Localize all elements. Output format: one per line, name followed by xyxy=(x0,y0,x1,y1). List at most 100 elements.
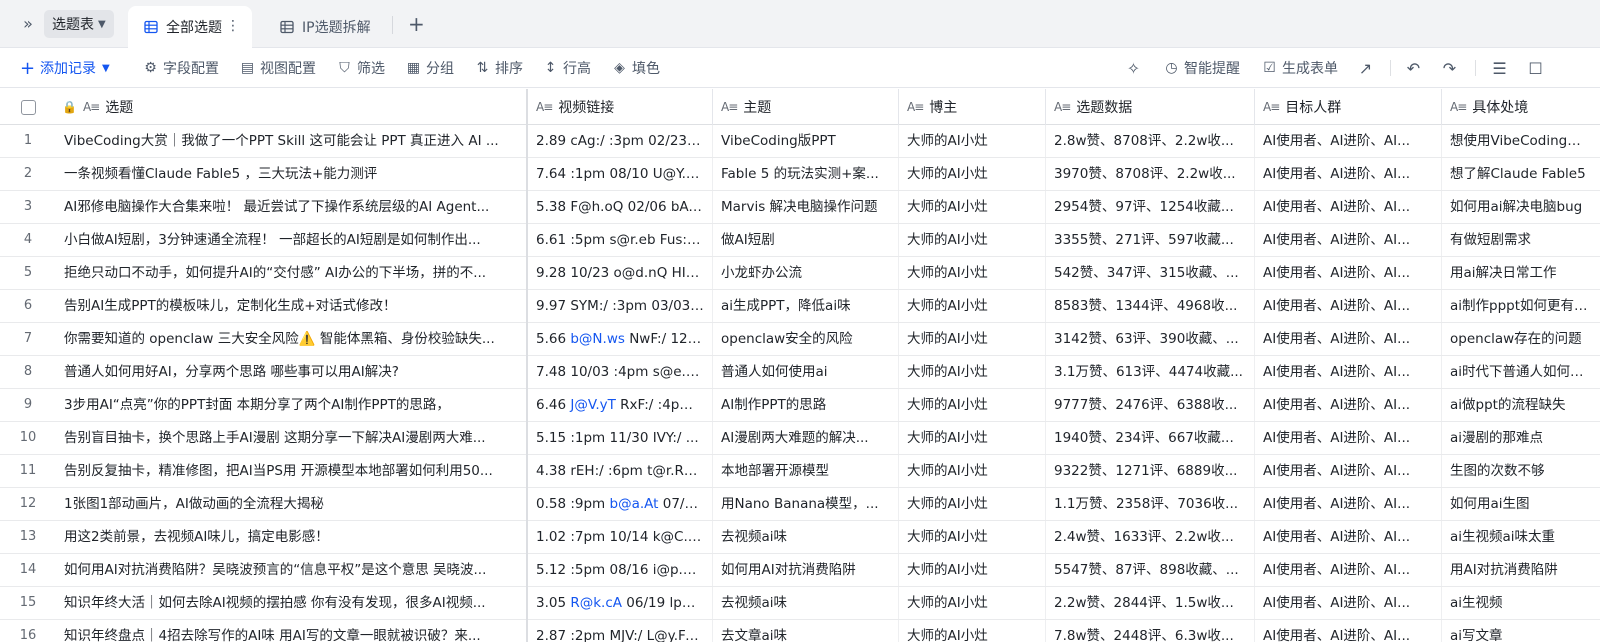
cell-blogger[interactable]: 大师的AI小灶 xyxy=(899,389,1046,421)
column-header-audience[interactable]: A≡ 目标人群 xyxy=(1255,89,1442,125)
table-row[interactable]: 5 拒绝只动口不动手，如何提升AI的“交付感” AI办公的下半场，拼的不... 9.… xyxy=(0,257,1600,290)
cell-video-link[interactable]: 1.02 :7pm 10/14 k@C.H... xyxy=(528,521,713,553)
cell-situation[interactable]: 生图的次数不够 xyxy=(1442,455,1600,487)
cell-video-link[interactable]: 6.46 J@V.yT RxF:/ :4pm... xyxy=(528,389,713,421)
cell-topic-data[interactable]: 2.2w赞、2844评、1.5w收... xyxy=(1046,587,1255,619)
link-text[interactable]: b@N.ws xyxy=(570,331,625,347)
cell-theme[interactable]: 做AI短剧 xyxy=(713,224,899,256)
cell-blogger[interactable]: 大师的AI小灶 xyxy=(899,290,1046,322)
filter-button[interactable]: ⛉ 筛选 xyxy=(337,58,385,78)
column-header-blogger[interactable]: A≡ 博主 xyxy=(899,89,1046,125)
select-all-checkbox[interactable] xyxy=(20,99,36,115)
column-header-situation[interactable]: A≡ 具体处境 xyxy=(1442,89,1600,125)
cell-topic[interactable]: 告别反复抽卡，精准修图，把AI当PS用 开源模型本地部署如何利用50... xyxy=(56,455,526,487)
cell-audience[interactable]: AI使用者、AI进阶、AI... xyxy=(1255,257,1442,289)
cell-blogger[interactable]: 大师的AI小灶 xyxy=(899,356,1046,388)
redo-button[interactable]: ↷ xyxy=(1442,58,1457,78)
cell-topic-data[interactable]: 1940赞、234评、667收藏... xyxy=(1046,422,1255,454)
cell-situation[interactable]: 想了解Claude Fable5 xyxy=(1442,158,1600,190)
column-header-theme[interactable]: A≡ 主题 xyxy=(713,89,899,125)
cell-theme[interactable]: 小龙虾办公流 xyxy=(713,257,899,289)
cell-video-link[interactable]: 0.58 :9pm b@a.At 07/2... xyxy=(528,488,713,520)
table-row[interactable]: 1 VibeCoding大赏｜我做了一个PPT Skill 这可能会让 PPT 真… xyxy=(0,125,1600,158)
cell-topic[interactable]: AI邪修电脑操作大合集来啦！ 最近尝试了下操作系统层级的AI Agent... xyxy=(56,191,526,223)
cell-topic-data[interactable]: 3.1万赞、613评、4474收藏... xyxy=(1046,356,1255,388)
table-row[interactable]: 16 知识年终盘点｜4招去除写作的AI味 用AI写的文章一眼就被识破？来... 2.… xyxy=(0,620,1600,642)
table-row[interactable]: 6 告别AI生成PPT的模板味儿，定制化生成+对话式修改！ 9.97 SYM:/ :… xyxy=(0,290,1600,323)
table-row[interactable]: 13 用这2类前景，去视频AI味儿，搞定电影感！ 1.02 :7pm 10/14 k… xyxy=(0,521,1600,554)
cell-theme[interactable]: 如何用AI对抗消费陷阱 xyxy=(713,554,899,586)
more-vertical-icon[interactable]: ⋮ xyxy=(226,18,240,34)
cell-audience[interactable]: AI使用者、AI进阶、AI... xyxy=(1255,488,1442,520)
cell-theme[interactable]: VibeCoding版PPT xyxy=(713,125,899,157)
cell-audience[interactable]: AI使用者、AI进阶、AI... xyxy=(1255,422,1442,454)
cell-video-link[interactable]: 7.48 10/03 :4pm s@e.O... xyxy=(528,356,713,388)
cell-topic-data[interactable]: 1.1万赞、2358评、7036收... xyxy=(1046,488,1255,520)
cell-video-link[interactable]: 9.28 10/23 o@d.nQ HIv... xyxy=(528,257,713,289)
cell-video-link[interactable]: 6.61 :5pm s@r.eb Fus:/ ... xyxy=(528,224,713,256)
cell-topic-data[interactable]: 3142赞、63评、390收藏、... xyxy=(1046,323,1255,355)
cell-theme[interactable]: AI漫剧两大难题的解决... xyxy=(713,422,899,454)
cell-blogger[interactable]: 大师的AI小灶 xyxy=(899,191,1046,223)
cell-theme[interactable]: 去视频ai味 xyxy=(713,587,899,619)
cell-audience[interactable]: AI使用者、AI进阶、AI... xyxy=(1255,389,1442,421)
cell-theme[interactable]: openclaw安全的风险 xyxy=(713,323,899,355)
cell-topic[interactable]: 小白做AI短剧，3分钟速通全流程！ 一部超长的AI短剧是如何制作出... xyxy=(56,224,526,256)
cell-topic[interactable]: 知识年终大活｜如何去除AI视频的摆拍感 你有没有发现，很多AI视频... xyxy=(56,587,526,619)
comment-button[interactable]: ☐ xyxy=(1528,58,1543,78)
cell-topic-data[interactable]: 5547赞、87评、898收藏、... xyxy=(1046,554,1255,586)
cell-audience[interactable]: AI使用者、AI进阶、AI... xyxy=(1255,620,1442,642)
table-row[interactable]: 9 3步用AI“点亮”你的PPT封面 本期分享了两个AI制作PPT的思路， 6.46… xyxy=(0,389,1600,422)
cell-blogger[interactable]: 大师的AI小灶 xyxy=(899,224,1046,256)
cell-audience[interactable]: AI使用者、AI进阶、AI... xyxy=(1255,290,1442,322)
cell-blogger[interactable]: 大师的AI小灶 xyxy=(899,554,1046,586)
cell-video-link[interactable]: 5.12 :5pm 08/16 i@p.Q... xyxy=(528,554,713,586)
cell-blogger[interactable]: 大师的AI小灶 xyxy=(899,323,1046,355)
cell-blogger[interactable]: 大师的AI小灶 xyxy=(899,521,1046,553)
ai-assistant-button[interactable]: ✧ xyxy=(1126,58,1141,78)
table-row[interactable]: 4 小白做AI短剧，3分钟速通全流程！ 一部超长的AI短剧是如何制作出... 6.6… xyxy=(0,224,1600,257)
cell-situation[interactable]: ai生视频ai味太重 xyxy=(1442,521,1600,553)
cell-audience[interactable]: AI使用者、AI进阶、AI... xyxy=(1255,587,1442,619)
cell-theme[interactable]: 普通人如何使用ai xyxy=(713,356,899,388)
cell-video-link[interactable]: 9.97 SYM:/ :3pm 03/03 ... xyxy=(528,290,713,322)
cell-video-link[interactable]: 5.38 F@h.oQ 02/06 bAt... xyxy=(528,191,713,223)
cell-topic[interactable]: VibeCoding大赏｜我做了一个PPT Skill 这可能会让 PPT 真正… xyxy=(56,125,526,157)
link-text[interactable]: b@a.At xyxy=(610,496,659,512)
tab-ip-breakdown[interactable]: IP选题拆解 xyxy=(268,6,380,48)
cell-audience[interactable]: AI使用者、AI进阶、AI... xyxy=(1255,323,1442,355)
sort-button[interactable]: ⇅ 排序 xyxy=(475,58,523,78)
column-header-topic-data[interactable]: A≡ 选题数据 xyxy=(1046,89,1255,125)
cell-audience[interactable]: AI使用者、AI进阶、AI... xyxy=(1255,191,1442,223)
cell-topic-data[interactable]: 542赞、347评、315收藏、... xyxy=(1046,257,1255,289)
cell-topic[interactable]: 用这2类前景，去视频AI味儿，搞定电影感！ xyxy=(56,521,526,553)
cell-audience[interactable]: AI使用者、AI进阶、AI... xyxy=(1255,521,1442,553)
share-button[interactable]: ↗ xyxy=(1358,58,1373,78)
field-config-button[interactable]: ⚙ 字段配置 xyxy=(143,58,219,78)
cell-situation[interactable]: 用ai解决日常工作 xyxy=(1442,257,1600,289)
cell-audience[interactable]: AI使用者、AI进阶、AI... xyxy=(1255,356,1442,388)
cell-topic-data[interactable]: 3355赞、271评、597收藏... xyxy=(1046,224,1255,256)
column-header-video-link[interactable]: A≡ 视频链接 xyxy=(528,89,713,125)
column-header-topic[interactable]: 🔒 A≡ 选题 xyxy=(56,89,526,125)
table-row[interactable]: 15 知识年终大活｜如何去除AI视频的摆拍感 你有没有发现，很多AI视频... 3.… xyxy=(0,587,1600,620)
cell-situation[interactable]: ai写文章 xyxy=(1442,620,1600,642)
cell-audience[interactable]: AI使用者、AI进阶、AI... xyxy=(1255,224,1442,256)
cell-topic-data[interactable]: 7.8w赞、2448评、6.3w收... xyxy=(1046,620,1255,642)
cell-video-link[interactable]: 5.66 b@N.ws NwF:/ 12/... xyxy=(528,323,713,355)
add-view-icon[interactable]: + xyxy=(408,12,425,36)
cell-audience[interactable]: AI使用者、AI进阶、AI... xyxy=(1255,125,1442,157)
table-switcher[interactable]: 选题表 ▼ xyxy=(44,10,114,38)
cell-blogger[interactable]: 大师的AI小灶 xyxy=(899,488,1046,520)
cell-situation[interactable]: ai制作pppt如何更有“人味” xyxy=(1442,290,1600,322)
cell-blogger[interactable]: 大师的AI小灶 xyxy=(899,455,1046,487)
cell-theme[interactable]: ai生成PPT，降低ai味 xyxy=(713,290,899,322)
cell-blogger[interactable]: 大师的AI小灶 xyxy=(899,125,1046,157)
cell-topic[interactable]: 普通人如何用好AI，分享两个思路 哪些事可以用AI解决? xyxy=(56,356,526,388)
cell-topic[interactable]: 3步用AI“点亮”你的PPT封面 本期分享了两个AI制作PPT的思路， xyxy=(56,389,526,421)
link-text[interactable]: J@V.yT xyxy=(570,397,616,413)
chevron-down-icon[interactable]: ▼ xyxy=(102,63,110,74)
table-row[interactable]: 14 如何用AI对抗消费陷阱？吴晓波预言的“信息平权”是这个意思 吴晓波... 5.… xyxy=(0,554,1600,587)
expand-sidebar-icon[interactable]: » xyxy=(18,14,38,34)
cell-theme[interactable]: AI制作PPT的思路 xyxy=(713,389,899,421)
